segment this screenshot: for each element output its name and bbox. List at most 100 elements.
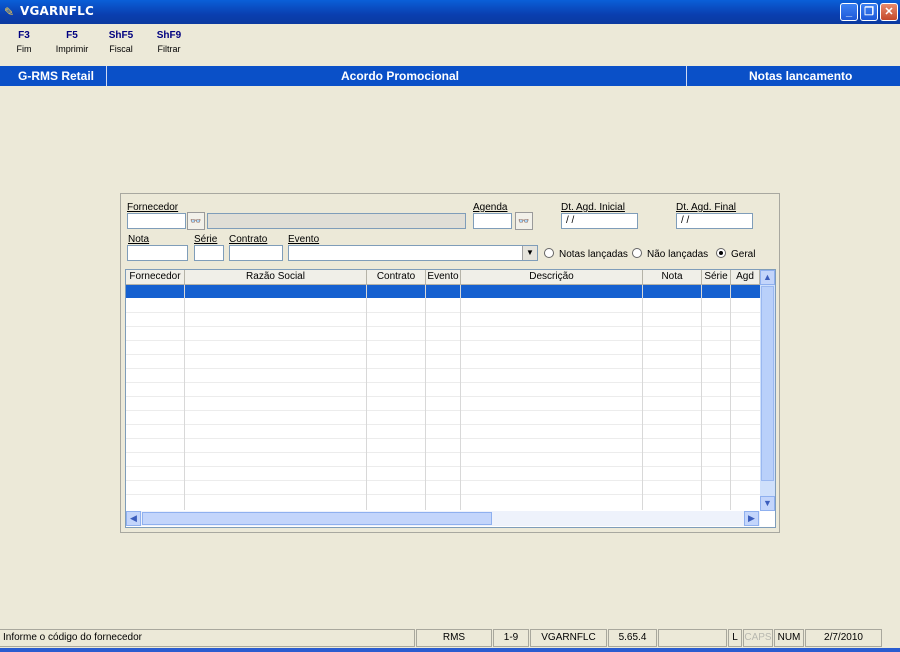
- row-divider: [126, 494, 760, 495]
- taskbar-strip: [0, 648, 900, 652]
- chevron-left-icon: ◀: [130, 513, 137, 523]
- agenda-input[interactable]: [473, 213, 512, 229]
- fkey-code: ShF9: [156, 30, 182, 41]
- column-header-evento[interactable]: Evento: [426, 270, 461, 285]
- nota-input[interactable]: [127, 245, 188, 261]
- fkey-fiscal[interactable]: ShF5 Fiscal: [104, 30, 138, 54]
- binoculars-icon: 👓: [190, 216, 202, 226]
- serie-input[interactable]: [194, 245, 224, 261]
- status-num: NUM: [774, 629, 804, 647]
- status-date: 2/7/2010: [805, 629, 882, 647]
- nota-label: Nota: [128, 234, 150, 245]
- column-header-serie[interactable]: Série: [702, 270, 731, 285]
- radio-notas-lancadas[interactable]: Notas lançadas: [544, 248, 628, 260]
- fkey-code: F3: [18, 30, 30, 41]
- column-divider: [425, 285, 426, 510]
- column-header-contrato[interactable]: Contrato: [367, 270, 426, 285]
- column-divider: [730, 285, 731, 510]
- chevron-down-icon[interactable]: ▼: [522, 246, 537, 260]
- title-bar: ✎ VGARNFLC _ ❐ ✕: [0, 0, 900, 24]
- scroll-down-button[interactable]: ▼: [760, 496, 775, 511]
- fornecedor-input[interactable]: [127, 213, 186, 229]
- status-message: Informe o código do fornecedor: [0, 629, 415, 647]
- selected-row[interactable]: [126, 285, 760, 298]
- header-right: Notas lancamento: [749, 69, 853, 83]
- radio-label: Não lançadas: [647, 249, 709, 260]
- fkey-label: Fim: [16, 44, 32, 54]
- row-divider: [126, 424, 760, 425]
- column-divider: [642, 285, 643, 510]
- dt-final-input[interactable]: / /: [676, 213, 753, 229]
- column-header-fornecedor[interactable]: Fornecedor: [126, 270, 185, 285]
- function-key-bar: F3 Fim F5 Imprimir ShF5 Fiscal ShF9 Filt…: [0, 24, 900, 66]
- row-divider: [126, 340, 760, 341]
- column-divider: [460, 285, 461, 510]
- column-header-descricao[interactable]: Descrição: [461, 270, 643, 285]
- fkey-code: F5: [66, 30, 78, 41]
- fkey-filtrar[interactable]: ShF9 Filtrar: [152, 30, 186, 54]
- dt-inicial-label: Dt. Agd. Inicial: [561, 202, 625, 213]
- app-icon: ✎: [4, 5, 15, 19]
- radio-circle-icon: [544, 248, 554, 258]
- restore-button[interactable]: ❐: [860, 3, 878, 21]
- status-program: VGARNFLC: [530, 629, 607, 647]
- chevron-down-icon: ▼: [763, 498, 772, 508]
- contrato-input[interactable]: [229, 245, 283, 261]
- fkey-imprimir[interactable]: F5 Imprimir: [50, 30, 94, 54]
- radio-circle-icon: [716, 248, 726, 258]
- horizontal-scrollbar[interactable]: ◀ ▶: [126, 511, 760, 526]
- column-header-razao-social[interactable]: Razão Social: [185, 270, 367, 285]
- radio-geral[interactable]: Geral: [716, 248, 755, 260]
- chevron-up-icon: ▲: [763, 272, 772, 282]
- status-bar: Informe o código do fornecedor RMS 1-9 V…: [0, 628, 900, 648]
- fornecedor-search-button[interactable]: 👓: [187, 212, 205, 230]
- row-divider: [126, 354, 760, 355]
- row-divider: [126, 326, 760, 327]
- scroll-right-button[interactable]: ▶: [744, 511, 759, 526]
- header-center: Acordo Promocional: [341, 69, 460, 83]
- fornecedor-name-field: [207, 213, 466, 229]
- column-header-nota[interactable]: Nota: [643, 270, 702, 285]
- radio-label: Geral: [731, 249, 756, 260]
- fornecedor-label: Fornecedor: [127, 202, 179, 213]
- status-empty: [658, 629, 727, 647]
- fkey-fim[interactable]: F3 Fim: [12, 30, 36, 54]
- dt-inicial-input[interactable]: / /: [561, 213, 638, 229]
- fkey-label: Filtrar: [157, 44, 181, 54]
- status-caps: CAPS: [743, 629, 773, 647]
- row-divider: [126, 410, 760, 411]
- status-flag-l: L: [728, 629, 742, 647]
- scroll-left-button[interactable]: ◀: [126, 511, 141, 526]
- horizontal-scroll-thumb[interactable]: [142, 512, 492, 525]
- radio-circle-icon: [632, 248, 642, 258]
- scroll-up-button[interactable]: ▲: [760, 270, 775, 285]
- chevron-right-icon: ▶: [748, 513, 755, 523]
- window-title: VGARNFLC: [20, 4, 94, 18]
- contrato-label: Contrato: [229, 234, 268, 245]
- serie-label: Série: [194, 234, 218, 245]
- minimize-button[interactable]: _: [840, 3, 858, 21]
- row-divider: [126, 452, 760, 453]
- evento-select[interactable]: ▼: [288, 245, 538, 261]
- row-divider: [126, 396, 760, 397]
- vertical-scrollbar[interactable]: ▲ ▼: [760, 270, 775, 511]
- evento-label: Evento: [288, 234, 320, 245]
- vertical-scroll-thumb[interactable]: [761, 286, 774, 481]
- row-divider: [126, 368, 760, 369]
- status-system: RMS: [416, 629, 492, 647]
- row-divider: [126, 382, 760, 383]
- row-divider: [126, 466, 760, 467]
- row-divider: [126, 312, 760, 313]
- binoculars-icon: 👓: [518, 216, 530, 226]
- header-left: G-RMS Retail: [18, 69, 95, 83]
- row-divider: [126, 438, 760, 439]
- header-band: G-RMS Retail Acordo Promocional Notas la…: [0, 66, 900, 86]
- agenda-search-button[interactable]: 👓: [515, 212, 533, 230]
- column-divider: [701, 285, 702, 510]
- status-range: 1-9: [493, 629, 529, 647]
- agenda-label: Agenda: [473, 202, 508, 213]
- column-header-agd[interactable]: Agd: [731, 270, 760, 285]
- radio-nao-lancadas[interactable]: Não lançadas: [632, 248, 708, 260]
- close-button[interactable]: ✕: [880, 3, 898, 21]
- results-grid[interactable]: Fornecedor Razão Social Contrato Evento …: [125, 269, 776, 528]
